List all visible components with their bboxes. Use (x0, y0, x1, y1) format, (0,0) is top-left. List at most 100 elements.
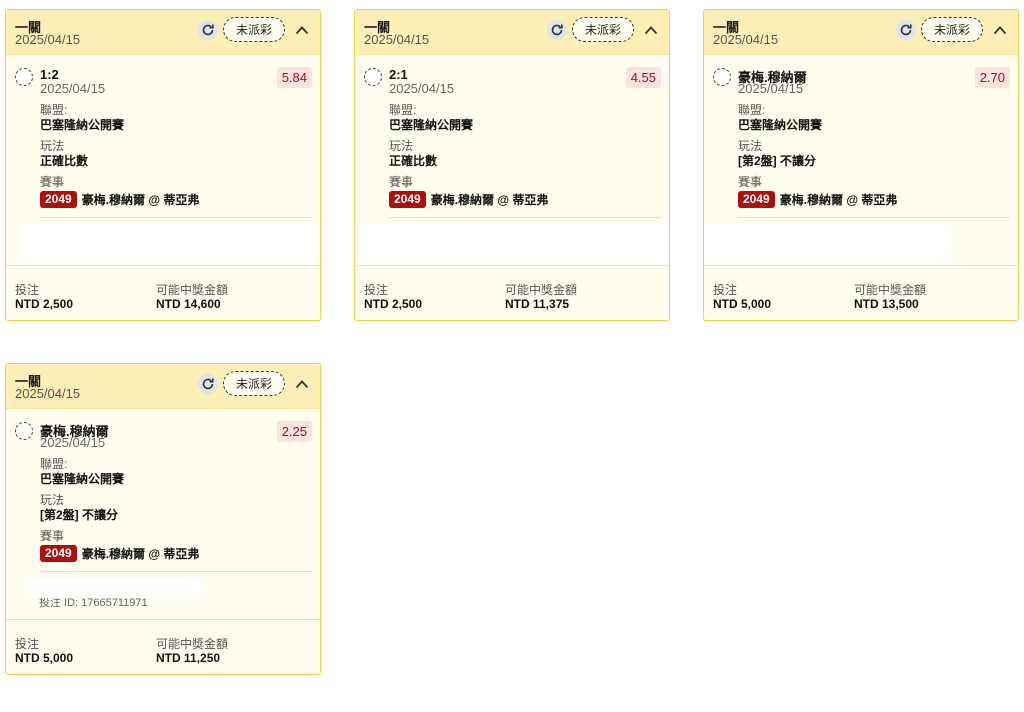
masked-area (6, 218, 320, 265)
league-label: 聯盟: (40, 103, 68, 117)
event-label: 賽事 (738, 175, 763, 189)
event-id-badge: 2049 (40, 544, 77, 562)
chevron-up-icon[interactable] (641, 20, 661, 40)
market-value: [第2盤] 不讓分 (738, 154, 817, 168)
stake-label: 投注 (364, 283, 389, 297)
bet-card-footer: 投注 NTD 5,000 可能中獎金額 NTD 11,250 (6, 619, 320, 674)
chevron-up-icon[interactable] (292, 20, 312, 40)
refresh-icon[interactable] (198, 374, 218, 394)
chevron-up-icon[interactable] (292, 374, 312, 394)
event-name: 豪梅.穆納爾 @ 蒂亞弗 (430, 192, 549, 207)
event-label: 賽事 (40, 175, 65, 189)
bet-details: 聯盟: 巴塞隆納公開賽 玩法 正確比數 賽事 2049 豪梅.穆納爾 @ 蒂亞弗 (355, 103, 669, 209)
stake-value: NTD 5,000 (713, 297, 772, 311)
status-badge: 未派彩 (223, 371, 285, 396)
stake-label: 投注 (15, 283, 40, 297)
refresh-icon[interactable] (198, 20, 218, 40)
stake-label: 投注 (15, 637, 40, 651)
market-label: 玩法 (40, 139, 65, 153)
market-value: 正確比數 (40, 154, 89, 168)
payout-label: 可能中獎金額 (505, 283, 578, 297)
payout-label: 可能中獎金額 (854, 283, 927, 297)
bet-card-header: 一關 2025/04/15 未派彩 (355, 10, 669, 55)
masked-area (355, 218, 669, 265)
odds-badge: 5.84 (276, 67, 312, 88)
event-id-badge: 2049 (40, 190, 77, 208)
stake-value: NTD 5,000 (15, 651, 74, 665)
event-label: 賽事 (40, 529, 65, 543)
selection-row: 豪梅.穆納爾 2025/04/15 2.70 (704, 55, 1018, 103)
event-id-badge: 2049 (389, 190, 426, 208)
refresh-icon[interactable] (896, 20, 916, 40)
market-value: [第2盤] 不讓分 (40, 508, 119, 522)
select-radio[interactable] (713, 68, 731, 86)
bet-card-header: 一關 2025/04/15 未派彩 (6, 10, 320, 55)
selection-name: 1:2 (40, 67, 59, 82)
stake-value: NTD 2,500 (364, 297, 423, 311)
status-badge: 未派彩 (921, 17, 983, 42)
bet-card-header: 一關 2025/04/15 未派彩 (6, 364, 320, 409)
select-radio[interactable] (15, 68, 33, 86)
payout-label: 可能中獎金額 (156, 283, 229, 297)
league-label: 聯盟: (738, 103, 766, 117)
bet-card-header: 一關 2025/04/15 未派彩 (704, 10, 1018, 55)
bet-card-footer: 投注 NTD 2,500 可能中獎金額 NTD 14,600 (6, 265, 320, 320)
selection-date: 2025/04/15 (389, 81, 455, 96)
bet-card: 一關 2025/04/15 未派彩 豪梅.穆納爾 2025/04/15 2.25… (5, 363, 321, 675)
bet-date: 2025/04/15 (713, 32, 779, 47)
event-row: 2049 豪梅.穆納爾 @ 蒂亞弗 (40, 543, 320, 563)
event-label: 賽事 (389, 175, 414, 189)
league-value: 巴塞隆納公開賽 (40, 472, 125, 486)
payout-value: NTD 14,600 (156, 297, 221, 311)
market-value: 正確比數 (389, 154, 438, 168)
masked-region (26, 578, 201, 598)
bet-date: 2025/04/15 (15, 386, 81, 401)
event-name: 豪梅.穆納爾 @ 蒂亞弗 (81, 192, 200, 207)
event-row: 2049 豪梅.穆納爾 @ 蒂亞弗 (738, 189, 1018, 209)
bet-card-footer: 投注 NTD 2,500 可能中獎金額 NTD 11,375 (355, 265, 669, 320)
masked-region (704, 224, 952, 264)
event-id-badge: 2049 (738, 190, 775, 208)
bet-card: 一關 2025/04/15 未派彩 2:1 2025/04/15 4.55 聯盟… (354, 9, 670, 321)
chevron-up-icon[interactable] (990, 20, 1010, 40)
selection-date: 2025/04/15 (40, 435, 106, 450)
refresh-icon[interactable] (547, 20, 567, 40)
event-row: 2049 豪梅.穆納爾 @ 蒂亞弗 (389, 189, 669, 209)
select-radio[interactable] (15, 422, 33, 440)
bet-card: 一關 2025/04/15 未派彩 豪梅.穆納爾 2025/04/15 2.70… (703, 9, 1019, 321)
odds-badge: 2.70 (974, 67, 1010, 88)
masked-area: 投注 ID: 17665711971 (6, 572, 320, 619)
selection-row: 1:2 2025/04/15 5.84 (6, 55, 320, 103)
bet-details: 聯盟: 巴塞隆納公開賽 玩法 [第2盤] 不讓分 賽事 2049 豪梅.穆納爾 … (6, 457, 320, 563)
status-badge: 未派彩 (223, 17, 285, 42)
selection-date: 2025/04/15 (40, 81, 106, 96)
bet-details: 聯盟: 巴塞隆納公開賽 玩法 正確比數 賽事 2049 豪梅.穆納爾 @ 蒂亞弗 (6, 103, 320, 209)
league-value: 巴塞隆納公開賽 (40, 118, 125, 132)
masked-region (355, 224, 669, 264)
event-name: 豪梅.穆納爾 @ 蒂亞弗 (779, 192, 898, 207)
league-label: 聯盟: (40, 457, 68, 471)
bet-card: 一關 2025/04/15 未派彩 1:2 2025/04/15 5.84 聯盟… (5, 9, 321, 321)
masked-area (704, 218, 1018, 265)
market-label: 玩法 (389, 139, 414, 153)
bet-date: 2025/04/15 (15, 32, 81, 47)
selection-date: 2025/04/15 (738, 81, 804, 96)
select-radio[interactable] (364, 68, 382, 86)
event-name: 豪梅.穆納爾 @ 蒂亞弗 (81, 546, 200, 561)
stake-value: NTD 2,500 (15, 297, 74, 311)
selection-row: 豪梅.穆納爾 2025/04/15 2.25 (6, 409, 320, 457)
market-label: 玩法 (738, 139, 763, 153)
status-badge: 未派彩 (572, 17, 634, 42)
selection-name: 2:1 (389, 67, 408, 82)
odds-badge: 2.25 (276, 421, 312, 442)
bet-card-footer: 投注 NTD 5,000 可能中獎金額 NTD 13,500 (704, 265, 1018, 320)
event-row: 2049 豪梅.穆納爾 @ 蒂亞弗 (40, 189, 320, 209)
payout-value: NTD 11,375 (505, 297, 570, 311)
league-value: 巴塞隆納公開賽 (389, 118, 474, 132)
payout-label: 可能中獎金額 (156, 637, 229, 651)
payout-value: NTD 11,250 (156, 651, 221, 665)
market-label: 玩法 (40, 493, 65, 507)
league-label: 聯盟: (389, 103, 417, 117)
masked-region (20, 224, 320, 264)
bet-date: 2025/04/15 (364, 32, 430, 47)
